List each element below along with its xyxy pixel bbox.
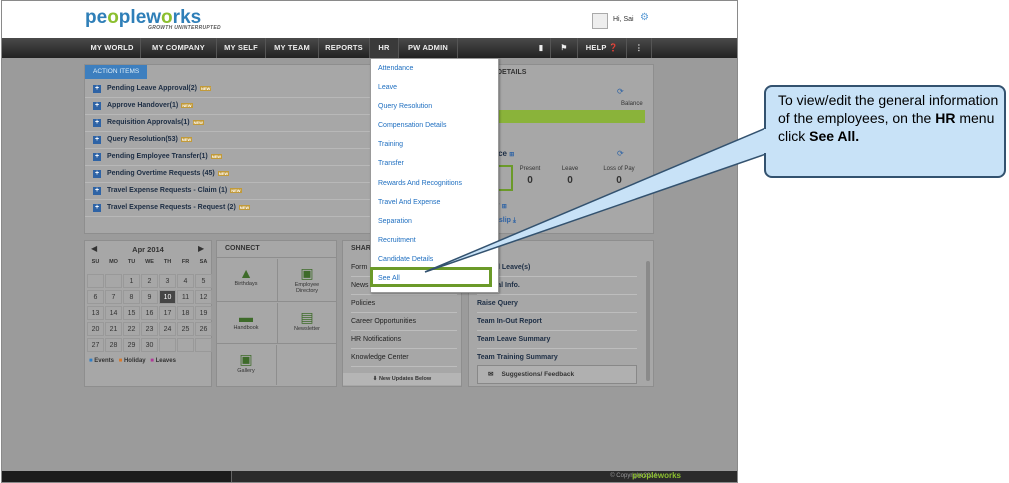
callout-text: To view/edit the general information of …: [778, 92, 999, 144]
callout-seam: [764, 129, 768, 153]
instruction-callout: To view/edit the general information of …: [764, 85, 1006, 178]
callout-pointer: [424, 126, 767, 273]
